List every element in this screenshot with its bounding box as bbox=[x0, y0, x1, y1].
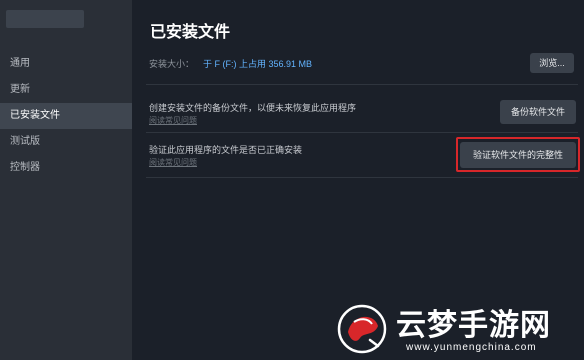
highlight-box bbox=[456, 137, 580, 172]
settings-sidebar: 通用 更新 已安装文件 测试版 控制器 bbox=[0, 0, 132, 360]
verify-faq-link[interactable]: 阅读常见问题 bbox=[149, 157, 197, 168]
install-size-label: 安装大小： bbox=[149, 59, 195, 69]
watermark-url: www.yunmengchina.com bbox=[406, 342, 537, 353]
install-size-value: 于 F (F:) 上占用 356.91 MB bbox=[203, 59, 313, 69]
sidebar-item-updates[interactable]: 更新 bbox=[0, 77, 132, 103]
watermark-text: 云梦手游网 bbox=[396, 309, 551, 342]
backup-files-button[interactable]: 备份软件文件 bbox=[500, 100, 576, 124]
section-divider bbox=[146, 132, 578, 133]
section-divider bbox=[146, 177, 578, 178]
page-title: 已安装文件 bbox=[150, 24, 231, 41]
verify-description: 验证此应用程序的文件是否已正确安装 bbox=[149, 145, 303, 155]
watermark-logo bbox=[337, 304, 387, 354]
backup-description: 创建安装文件的备份文件，以便未来恢复此应用程序 bbox=[149, 103, 357, 113]
sidebar-item-betas[interactable]: 测试版 bbox=[0, 129, 132, 155]
sidebar-item-general[interactable]: 通用 bbox=[0, 51, 132, 77]
backup-faq-link[interactable]: 阅读常见问题 bbox=[149, 115, 197, 126]
watermark: 云梦手游网 www.yunmengchina.com bbox=[332, 296, 584, 360]
sidebar-item-controller[interactable]: 控制器 bbox=[0, 155, 132, 181]
section-divider bbox=[146, 84, 578, 85]
browse-button[interactable]: 浏览... bbox=[530, 53, 574, 73]
sidebar-item-installed-files[interactable]: 已安装文件 bbox=[0, 103, 132, 129]
sidebar-app-title-redacted bbox=[6, 10, 84, 28]
